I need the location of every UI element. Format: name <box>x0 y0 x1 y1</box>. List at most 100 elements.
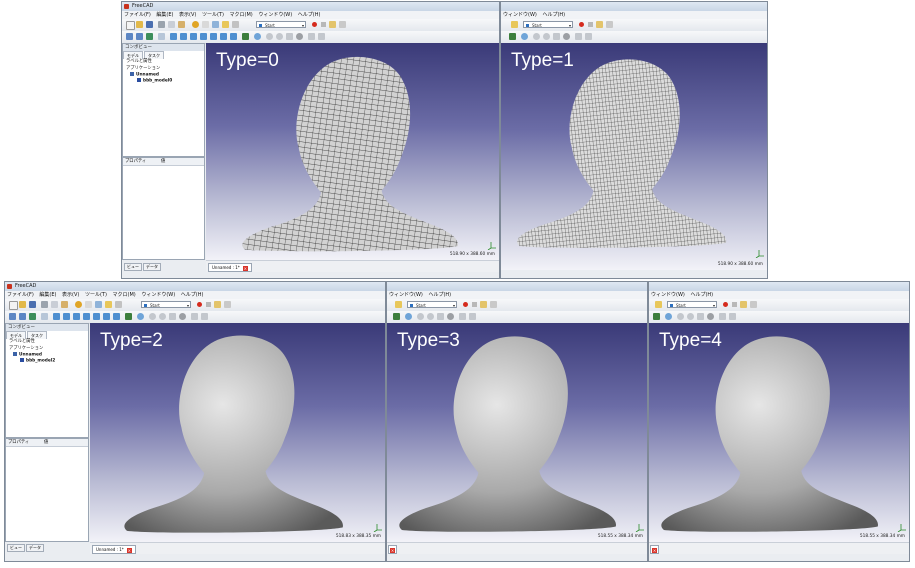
menu-tools[interactable]: ツール(T) <box>85 292 107 298</box>
view-left-icon[interactable] <box>230 33 237 40</box>
cut-icon[interactable] <box>41 301 48 308</box>
zoom-in-icon[interactable] <box>459 313 466 320</box>
open-file-icon[interactable] <box>136 21 143 28</box>
zoom-out-icon[interactable] <box>729 313 736 320</box>
record-macro-icon[interactable] <box>723 302 728 307</box>
view-top-icon[interactable] <box>73 313 80 320</box>
new-file-icon[interactable] <box>126 21 135 30</box>
whats-this-icon[interactable] <box>222 21 229 28</box>
menu-window[interactable]: ウィンドウ(W) <box>258 12 292 18</box>
view-iso-icon[interactable] <box>170 33 177 40</box>
view-bottom-icon[interactable] <box>103 313 110 320</box>
workbench-selector[interactable]: Start ▾ <box>256 21 306 28</box>
close-tab-icon[interactable]: × <box>242 265 248 271</box>
menu-macro[interactable]: マクロ(M) <box>113 292 136 298</box>
zoom-select-icon[interactable] <box>136 33 143 40</box>
save-icon[interactable] <box>29 301 36 308</box>
whats-this-icon[interactable] <box>655 301 662 308</box>
tab-data[interactable]: データ <box>26 544 44 552</box>
stereo-icon[interactable] <box>41 313 48 320</box>
view-iso-icon[interactable] <box>53 313 60 320</box>
open-file-icon[interactable] <box>19 301 26 308</box>
zoom-in-icon[interactable] <box>191 313 198 320</box>
menu-help[interactable]: ヘルプ(H) <box>298 12 321 18</box>
tab-view[interactable]: ビュー <box>124 263 142 271</box>
3d-viewport[interactable]: Type=1 518.90 x 388.60 mm <box>501 43 767 270</box>
stop-icon[interactable] <box>179 313 186 320</box>
menu-window[interactable]: ウィンドウ(W) <box>141 292 175 298</box>
zoom-select-icon[interactable] <box>19 313 26 320</box>
back-icon[interactable] <box>533 33 540 40</box>
web-icon[interactable] <box>665 313 672 320</box>
refresh-icon[interactable] <box>212 21 219 28</box>
menu-view[interactable]: 表示(V) <box>179 12 196 18</box>
web-icon[interactable] <box>405 313 412 320</box>
paste-icon[interactable] <box>61 301 68 308</box>
3d-viewport[interactable]: Type=0 518.90 x 388.60 mm <box>206 43 499 260</box>
menu-window[interactable]: ウィンドウ(W) <box>503 12 537 18</box>
refresh-icon[interactable] <box>95 301 102 308</box>
paste-icon[interactable] <box>178 21 185 28</box>
workbench-selector[interactable]: Start ▾ <box>141 301 191 308</box>
zoom-in-icon[interactable] <box>308 33 315 40</box>
menu-file[interactable]: ファイル(F) <box>124 12 151 18</box>
menu-help[interactable]: ヘルプ(H) <box>181 292 204 298</box>
menu-macro[interactable]: マクロ(M) <box>230 12 253 18</box>
zoom-out-icon[interactable] <box>201 313 208 320</box>
3d-viewport[interactable]: Type=4 518.55 x 388.34 mm <box>649 323 909 542</box>
3d-viewport[interactable]: Type=2 518.83 x 388.35 mm <box>90 323 385 542</box>
draw-style-icon[interactable] <box>29 313 36 320</box>
run-macro-icon[interactable] <box>224 301 231 308</box>
reload-icon[interactable] <box>437 313 444 320</box>
reload-icon[interactable] <box>286 33 293 40</box>
copy-icon[interactable] <box>168 21 175 28</box>
macros-icon[interactable] <box>740 301 747 308</box>
tab-data[interactable]: データ <box>143 263 161 271</box>
forward-icon[interactable] <box>159 313 166 320</box>
whats-this-icon[interactable] <box>105 301 112 308</box>
tree-object[interactable]: bbb_model0 <box>137 78 172 85</box>
document-tab[interactable]: × <box>388 545 397 554</box>
run-macro-icon[interactable] <box>606 21 613 28</box>
view-top-icon[interactable] <box>190 33 197 40</box>
zoom-in-icon[interactable] <box>575 33 582 40</box>
web-icon[interactable] <box>254 33 261 40</box>
draw-style-icon[interactable] <box>146 33 153 40</box>
new-file-icon[interactable] <box>9 301 18 310</box>
stereo-icon[interactable] <box>158 33 165 40</box>
whats-this-icon[interactable] <box>511 21 518 28</box>
tree-object[interactable]: bbb_model2 <box>20 358 55 365</box>
measure-icon[interactable] <box>393 313 400 320</box>
tab-model[interactable]: モデル <box>6 331 26 339</box>
redo-icon[interactable] <box>85 301 92 308</box>
record-macro-icon[interactable] <box>579 22 584 27</box>
whats-this-icon[interactable] <box>395 301 402 308</box>
save-icon[interactable] <box>146 21 153 28</box>
menu-file[interactable]: ファイル(F) <box>7 292 34 298</box>
menu-view[interactable]: 表示(V) <box>62 292 79 298</box>
stop-macro-icon[interactable] <box>588 22 593 27</box>
copy-icon[interactable] <box>51 301 58 308</box>
view-bottom-icon[interactable] <box>220 33 227 40</box>
zoom-fit-icon[interactable] <box>126 33 133 40</box>
document-tab[interactable]: Unnamed : 1* × <box>92 545 136 554</box>
back-icon[interactable] <box>677 313 684 320</box>
undo-icon[interactable] <box>75 301 82 308</box>
stop-icon[interactable] <box>296 33 303 40</box>
menu-tools[interactable]: ツール(T) <box>202 12 224 18</box>
zoom-in-icon[interactable] <box>719 313 726 320</box>
pointer-icon[interactable] <box>232 21 239 28</box>
3d-viewport[interactable]: Type=3 518.55 x 388.34 mm <box>387 323 647 542</box>
zoom-out-icon[interactable] <box>318 33 325 40</box>
macros-icon[interactable] <box>480 301 487 308</box>
cut-icon[interactable] <box>158 21 165 28</box>
stop-macro-icon[interactable] <box>472 302 477 307</box>
run-macro-icon[interactable] <box>339 21 346 28</box>
menu-edit[interactable]: 編集(E) <box>156 12 173 18</box>
menu-help[interactable]: ヘルプ(H) <box>542 12 565 18</box>
forward-icon[interactable] <box>276 33 283 40</box>
menu-help[interactable]: ヘルプ(H) <box>690 292 713 298</box>
document-tab[interactable]: × <box>650 545 659 554</box>
measure-icon[interactable] <box>242 33 249 40</box>
menu-window[interactable]: ウィンドウ(W) <box>389 292 423 298</box>
